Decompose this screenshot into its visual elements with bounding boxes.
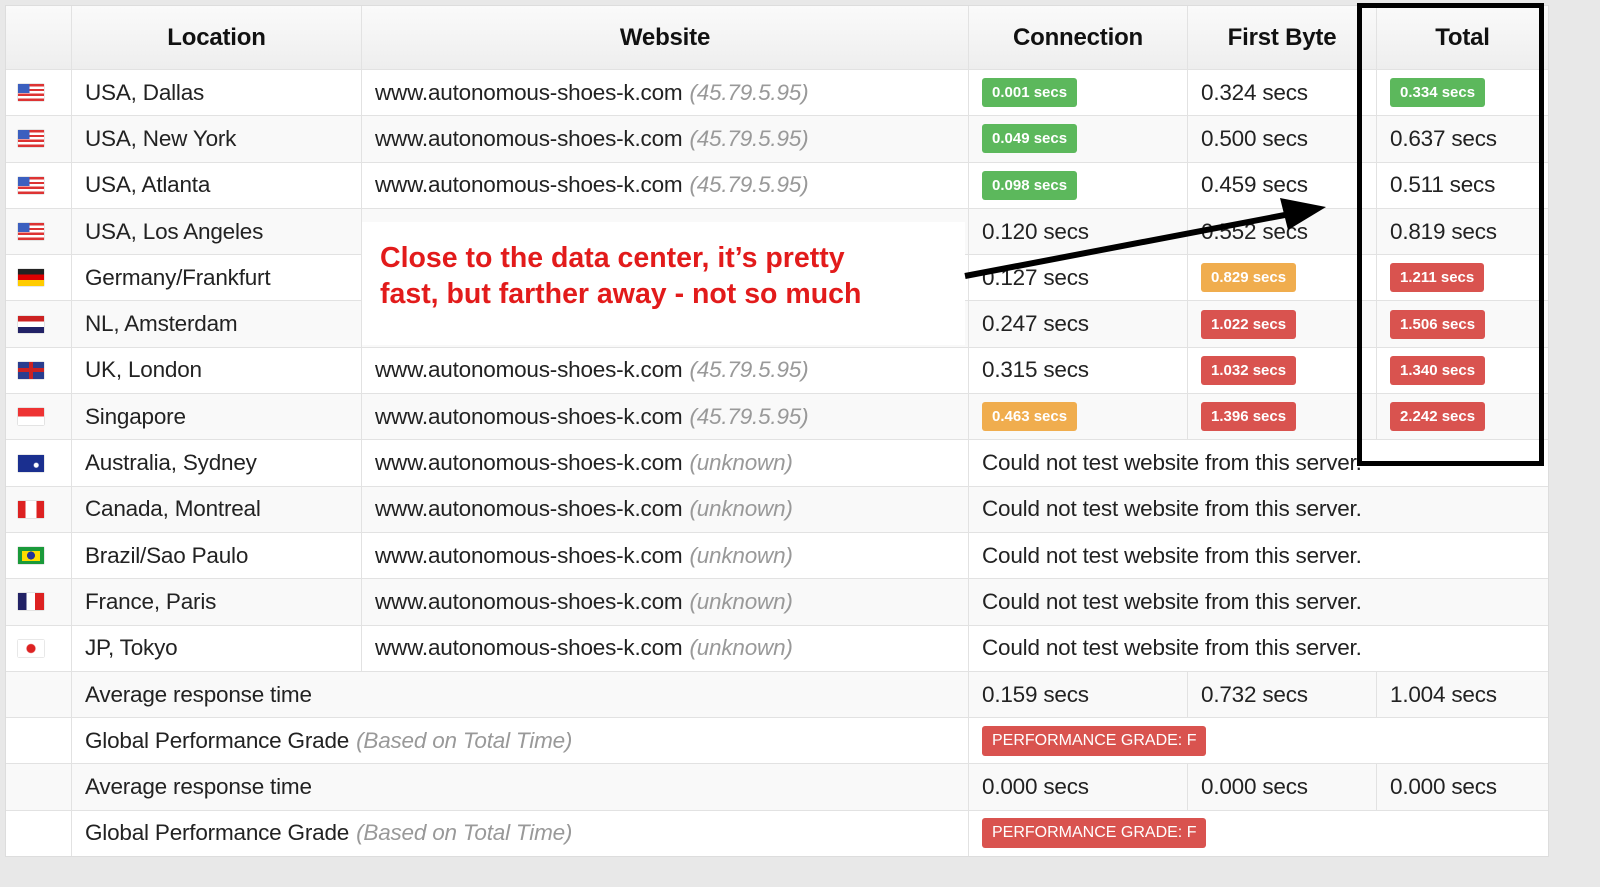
total-column-highlight — [1357, 3, 1544, 466]
arrow-head — [1280, 198, 1326, 230]
arrow-shaft — [964, 211, 1291, 279]
